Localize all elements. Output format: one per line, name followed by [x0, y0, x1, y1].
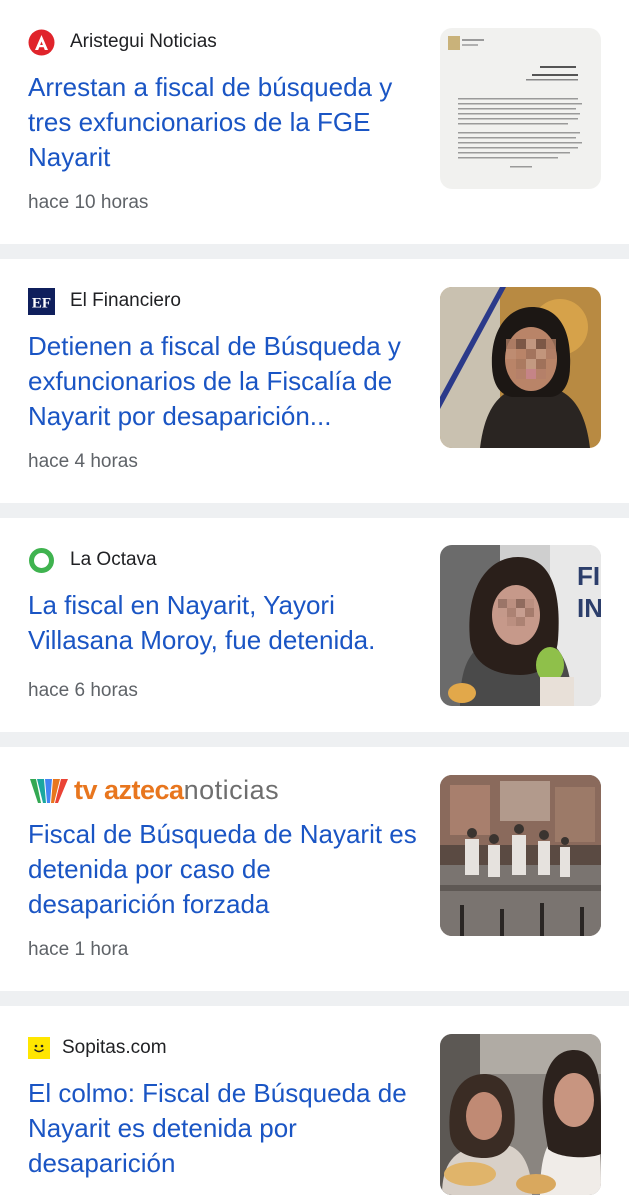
news-card[interactable]: EF El Financiero Detienen a fiscal de Bú… — [0, 259, 629, 503]
headline-link[interactable]: El colmo: Fiscal de Búsqueda de Nayarit … — [28, 1076, 418, 1181]
timestamp: hace 4 horas — [28, 451, 138, 472]
press-photo-thumbnail[interactable]: FI IN — [440, 545, 601, 706]
source-row: Aristegui Noticias — [28, 28, 217, 56]
la-octava-logo-icon — [28, 547, 55, 574]
tv-azteca-logo-icon — [28, 775, 70, 805]
document-thumbnail[interactable] — [440, 28, 601, 189]
source-name: Aristegui Noticias — [70, 31, 217, 52]
portrait-thumbnail[interactable] — [440, 287, 601, 448]
headline-link[interactable]: Detienen a fiscal de Búsqueda y exfuncio… — [28, 329, 418, 434]
source-row: EF El Financiero — [28, 287, 181, 315]
news-card[interactable]: tv azteca noticias Fiscal de Búsqueda de… — [0, 747, 629, 991]
headline-link[interactable]: Arrestan a fiscal de búsqueda y tres exf… — [28, 70, 418, 175]
timestamp: hace 10 horas — [28, 192, 149, 213]
news-card[interactable]: Aristegui Noticias Arrestan a fiscal de … — [0, 0, 629, 244]
news-card[interactable]: La Octava La fiscal en Nayarit, Yayori V… — [0, 518, 629, 732]
el-financiero-logo-icon: EF — [28, 287, 55, 315]
news-feed: Aristegui Noticias Arrestan a fiscal de … — [0, 0, 629, 1200]
source-name: La Octava — [70, 549, 157, 570]
women-photo-thumbnail[interactable] — [440, 1034, 601, 1195]
aristegui-logo-icon — [28, 29, 55, 56]
protest-photo-thumbnail[interactable] — [440, 775, 601, 936]
noticias-wordmark: noticias — [183, 774, 280, 805]
source-name: El Financiero — [70, 290, 181, 311]
sopitas-logo-icon — [28, 1035, 50, 1062]
source-row: La Octava — [28, 546, 157, 574]
headline-link[interactable]: Fiscal de Búsqueda de Nayarit es detenid… — [28, 817, 418, 922]
headline-link[interactable]: La fiscal en Nayarit, Yayori Villasana M… — [28, 588, 418, 658]
source-row: Sopitas.com — [28, 1034, 167, 1062]
timestamp: hace 1 hora — [28, 939, 129, 960]
tv-azteca-logo: tv azteca noticias — [28, 773, 279, 807]
svg-text:FI: FI — [577, 561, 600, 591]
source-name: Sopitas.com — [62, 1037, 167, 1058]
tv-azteca-wordmark: tv azteca — [74, 774, 184, 805]
news-card[interactable]: Sopitas.com El colmo: Fiscal de Búsqueda… — [0, 1006, 629, 1200]
timestamp: hace 6 horas — [28, 680, 138, 701]
svg-text:EF: EF — [32, 295, 51, 311]
svg-text:IN: IN — [577, 593, 601, 623]
